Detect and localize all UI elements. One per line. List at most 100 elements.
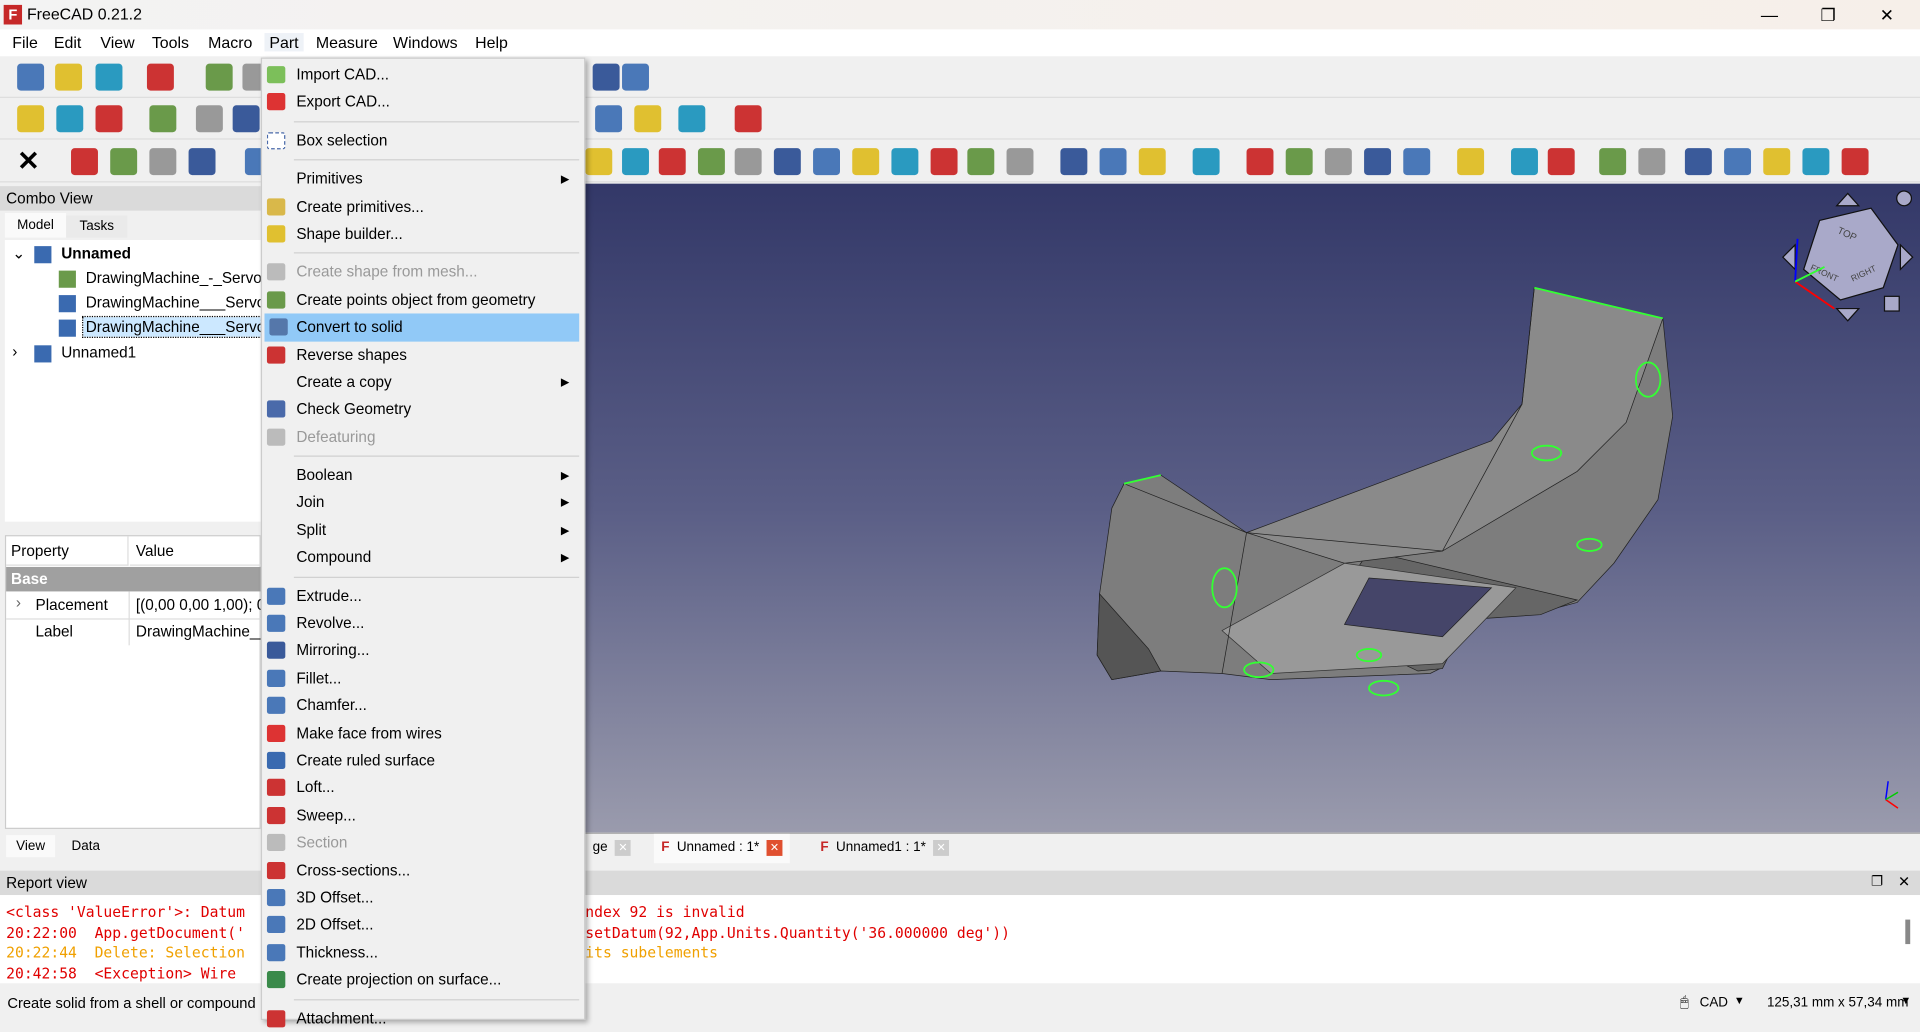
chevron-down-icon[interactable]: ▼ <box>1734 994 1745 1006</box>
float-icon[interactable]: ❐ <box>1871 873 1883 889</box>
menu-item-primitives[interactable]: Primitives ▶ <box>262 166 584 193</box>
navigation-cube[interactable]: TOP FRONT RIGHT <box>1781 190 1914 322</box>
toolbar-button-icon[interactable] <box>1638 148 1666 176</box>
toolbar-button-icon[interactable] <box>232 105 260 133</box>
menu-item-import-cad[interactable]: Import CAD... <box>262 61 584 88</box>
toolbar-button-icon[interactable] <box>622 148 649 176</box>
minimize-button[interactable]: — <box>1741 0 1797 29</box>
close-tab-icon[interactable]: ✕ <box>933 840 950 856</box>
3d-viewport[interactable]: TOP FRONT RIGHT <box>585 183 1920 833</box>
menu-item-extrude[interactable]: Extrude... <box>262 582 584 609</box>
menu-measure[interactable]: Measure <box>311 33 383 51</box>
toolbar-button-icon[interactable] <box>1285 148 1313 176</box>
toolbar-button-icon[interactable] <box>1599 148 1627 176</box>
toolbar-button-icon[interactable] <box>930 148 958 176</box>
menu-item-revolve[interactable]: Revolve... <box>262 610 584 637</box>
menu-item-create-primitives[interactable]: Create primitives... <box>262 193 584 220</box>
toolbar-button-icon[interactable] <box>1364 148 1392 176</box>
menu-edit[interactable]: Edit <box>49 33 86 51</box>
property-value-label[interactable]: DrawingMachine__ <box>136 623 261 640</box>
menu-item-3d-offset[interactable]: 3D Offset... <box>262 884 584 911</box>
toolbar-button-icon[interactable] <box>734 148 762 176</box>
menu-item-reverse-shapes[interactable]: Reverse shapes <box>262 341 584 368</box>
toolbar-button-icon[interactable] <box>55 63 83 91</box>
tree-item[interactable]: Unnamed <box>59 244 255 264</box>
toolbar-button-icon[interactable] <box>95 63 123 91</box>
toolbar-button-icon[interactable] <box>1511 148 1538 176</box>
menu-item-cross-sections[interactable]: Cross-sections... <box>262 857 584 884</box>
close-tab-icon[interactable]: ✕ <box>766 840 783 856</box>
menu-item-export-cad[interactable]: Export CAD... <box>262 89 584 116</box>
toolbar-button-icon[interactable] <box>773 148 801 176</box>
navigation-style-button[interactable]: CAD <box>1700 996 1728 1011</box>
close-button[interactable]: ✕ <box>1859 0 1915 29</box>
menu-item-sweep[interactable]: Sweep... <box>262 802 584 829</box>
toolbar-button-icon[interactable] <box>56 105 84 133</box>
toolbar-button-icon[interactable] <box>1099 148 1127 176</box>
menu-macro[interactable]: Macro <box>203 33 257 51</box>
toolbar-button-icon[interactable] <box>17 105 45 133</box>
toolbar-button-icon[interactable] <box>658 148 686 176</box>
menu-part[interactable]: Part <box>264 33 304 52</box>
value-header[interactable]: Value <box>129 536 263 566</box>
menu-item-box-selection[interactable]: Box selection <box>262 127 584 154</box>
toolbar-button-icon[interactable] <box>678 105 706 133</box>
delete-icon[interactable]: ✕ <box>17 148 44 175</box>
toolbar-button-icon[interactable] <box>634 105 662 133</box>
toolbar-button-icon[interactable] <box>1684 148 1712 176</box>
toolbar-button-icon[interactable] <box>891 148 919 176</box>
tab-view[interactable]: View <box>6 835 56 858</box>
menu-item-loft[interactable]: Loft... <box>262 774 584 801</box>
toolbar-button-icon[interactable] <box>1403 148 1431 176</box>
tab-data[interactable]: Data <box>61 835 110 857</box>
menu-item-compound[interactable]: Compound ▶ <box>262 544 584 571</box>
dimension-readout[interactable]: 125,31 mm x 57,34 mm <box>1767 996 1909 1011</box>
toolbar-button-icon[interactable] <box>967 148 995 176</box>
menu-help[interactable]: Help <box>470 33 513 51</box>
menu-item-create-points-object-from-geometry[interactable]: Create points object from geometry <box>262 286 584 313</box>
report-scrollbar[interactable] <box>1905 919 1911 945</box>
menu-item-create-a-copy[interactable]: Create a copy ▶ <box>262 368 584 395</box>
tab-model[interactable]: Model <box>4 213 67 238</box>
chevron-down-icon[interactable]: ▼ <box>1900 994 1911 1006</box>
menu-item-section[interactable]: Section <box>262 829 584 856</box>
menu-item-join[interactable]: Join ▶ <box>262 489 584 516</box>
toolbar-button-icon[interactable] <box>205 63 233 91</box>
toolbar-button-icon[interactable] <box>1192 148 1220 176</box>
close-tab-icon[interactable]: ✕ <box>615 840 631 856</box>
menu-tools[interactable]: Tools <box>147 33 194 51</box>
toolbar-button-icon[interactable] <box>188 148 216 176</box>
menu-item-mirroring[interactable]: Mirroring... <box>262 637 584 664</box>
tab-tasks[interactable]: Tasks <box>66 215 128 238</box>
menu-item-create-projection-on-surface[interactable]: Create projection on surface... <box>262 966 584 993</box>
menu-item-make-face-from-wires[interactable]: Make face from wires <box>262 720 584 747</box>
expander-icon[interactable]: › <box>12 343 17 360</box>
tree-item[interactable]: Unnamed1 <box>59 343 255 363</box>
toolbar-button-icon[interactable] <box>110 148 138 176</box>
toolbar-button-icon[interactable] <box>592 63 620 91</box>
toolbar-button-icon[interactable] <box>17 63 45 91</box>
menu-item-split[interactable]: Split ▶ <box>262 517 584 544</box>
toolbar-button-icon[interactable] <box>1802 148 1830 176</box>
toolbar-button-icon[interactable] <box>95 105 123 133</box>
toolbar-button-icon[interactable] <box>1246 148 1274 176</box>
toolbar-button-icon[interactable] <box>146 63 174 91</box>
expander-icon[interactable]: ⌄ <box>12 244 25 262</box>
menu-item-check-geometry[interactable]: Check Geometry <box>262 396 584 423</box>
toolbar-button-icon[interactable] <box>734 105 762 133</box>
doc-tab[interactable]: ge ✕ <box>585 834 638 863</box>
toolbar-button-icon[interactable] <box>813 148 841 176</box>
toolbar-button-icon[interactable] <box>595 105 623 133</box>
toolbar-button-icon[interactable] <box>1763 148 1791 176</box>
menu-item-defeaturing[interactable]: Defeaturing <box>262 423 584 450</box>
toolbar-button-icon[interactable] <box>1006 148 1034 176</box>
menu-item-thickness[interactable]: Thickness... <box>262 939 584 966</box>
menu-view[interactable]: View <box>96 33 140 51</box>
menu-item-create-ruled-surface[interactable]: Create ruled surface <box>262 747 584 774</box>
expander-icon[interactable]: › <box>16 594 21 611</box>
menu-item-create-shape-from-mesh[interactable]: Create shape from mesh... <box>262 259 584 286</box>
menu-item-chamfer[interactable]: Chamfer... <box>262 692 584 719</box>
toolbar-button-icon[interactable] <box>622 63 649 91</box>
menu-item-2d-offset[interactable]: 2D Offset... <box>262 911 584 938</box>
toolbar-button-icon[interactable] <box>697 148 725 176</box>
